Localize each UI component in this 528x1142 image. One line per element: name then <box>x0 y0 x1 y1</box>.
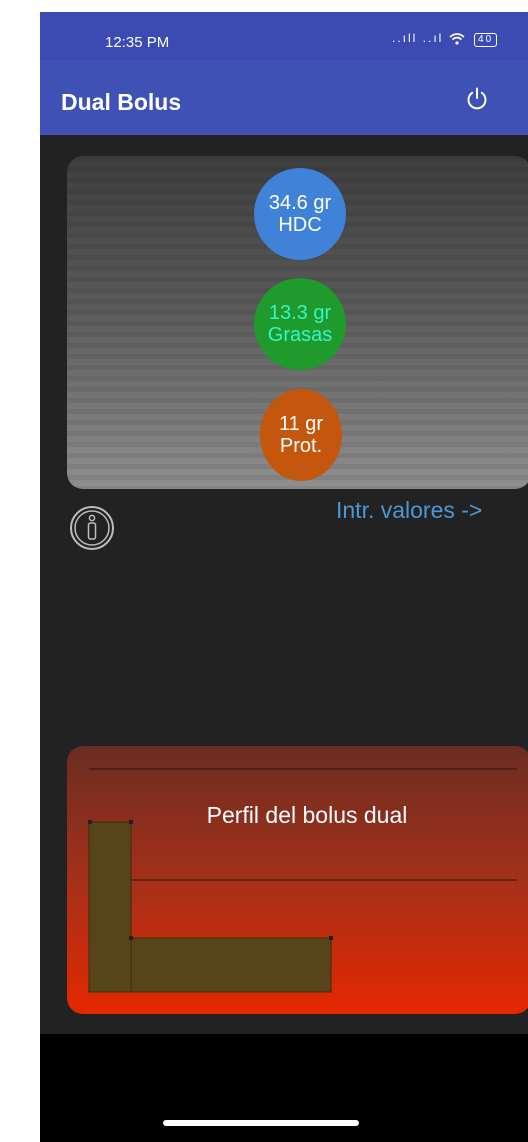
info-button[interactable] <box>69 505 115 551</box>
fat-circle[interactable]: 13.3 gr Grasas <box>254 278 346 370</box>
battery-icon: 40 <box>474 33 498 47</box>
carbs-label: HDC <box>278 214 322 236</box>
power-button[interactable] <box>464 86 490 112</box>
bolus-extended-bar <box>130 937 332 993</box>
protein-value: 11 gr <box>278 413 324 435</box>
app-title: Dual Bolus <box>61 89 182 115</box>
bolus-profile-chart <box>88 768 517 993</box>
home-indicator[interactable] <box>163 1120 359 1126</box>
profile-title: Perfil del bolus dual <box>206 802 408 828</box>
bolus-immediate-bar <box>88 821 132 993</box>
signal-icon: ..ıll ..ıl <box>392 31 444 45</box>
bolus-profile-card: Perfil del bolus dual <box>67 746 528 1014</box>
point-4 <box>329 936 333 940</box>
protein-circle[interactable]: 11 gr Prot. <box>260 389 342 481</box>
wifi-icon <box>449 31 470 45</box>
protein-label: Prot. <box>279 435 323 457</box>
carbs-circle[interactable]: 34.6 gr HDC <box>254 168 346 260</box>
status-bar: 12:35 PM ..ıll ..ıl 40 <box>40 12 528 60</box>
carbs-value: 34.6 gr <box>268 192 332 214</box>
status-time: 12:35 PM <box>105 34 170 51</box>
status-icons: ..ıll ..ıl 40 <box>392 31 498 47</box>
phone-screen: 12:35 PM ..ıll ..ıl 40 Dual Bolus 34.6 g… <box>40 12 528 1142</box>
macros-card: 34.6 gr HDC 13.3 gr Grasas 11 gr Prot. <box>67 156 528 489</box>
info-icon <box>70 506 114 550</box>
fat-value: 13.3 gr <box>268 302 332 324</box>
app-bar: Dual Bolus <box>40 60 528 135</box>
fat-label: Grasas <box>267 324 333 346</box>
enter-values-link[interactable]: Intr. valores -> <box>336 497 482 524</box>
point-3 <box>129 936 133 940</box>
power-icon <box>467 87 487 110</box>
